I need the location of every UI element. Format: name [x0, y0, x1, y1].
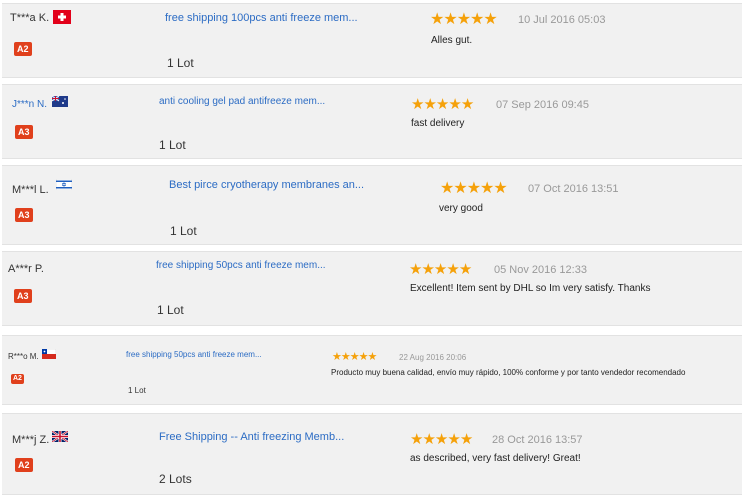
review-card: J***n N. A3 anti cooling gel pad antifre…	[2, 84, 742, 159]
review-card: T***a K. A2 free shipping 100pcs anti fr…	[2, 3, 742, 78]
star-icon: ★	[421, 261, 434, 278]
star-icon: ★	[447, 431, 460, 448]
rating-stars: ★★★★★	[430, 9, 498, 29]
star-icon: ★	[483, 11, 497, 28]
star-icon: ★	[349, 351, 360, 363]
rating-stars: ★★★★★	[332, 350, 378, 363]
quantity-label: 1 Lot	[157, 303, 184, 317]
rating-stars: ★★★★★	[410, 430, 473, 448]
product-link[interactable]: free shipping 50pcs anti freeze mem...	[156, 260, 326, 271]
quantity-label: 1 Lot	[159, 138, 186, 152]
star-icon: ★	[422, 431, 435, 448]
review-comment: Excellent! Item sent by DHL so Im very s…	[410, 283, 651, 294]
product-link[interactable]: free shipping 100pcs anti freeze mem...	[165, 12, 358, 24]
star-icon: ★	[470, 11, 484, 28]
review-card: A***r P. A3 free shipping 50pcs anti fre…	[2, 251, 742, 326]
review-comment: as described, very fast delivery! Great!	[410, 453, 581, 464]
switzerland-flag-icon	[53, 10, 71, 24]
star-icon: ★	[430, 11, 444, 28]
review-comment: fast delivery	[411, 118, 465, 129]
star-icon: ★	[440, 180, 454, 197]
chile-flag-icon	[42, 349, 56, 359]
review-date: 05 Nov 2016 12:33	[494, 264, 587, 276]
buyer-level-badge: A2	[14, 42, 32, 56]
quantity-label: 1 Lot	[167, 56, 194, 70]
product-link[interactable]: anti cooling gel pad antifreeze mem...	[159, 96, 325, 107]
star-icon: ★	[410, 431, 423, 448]
buyer-level-badge: A2	[11, 374, 24, 384]
rating-stars: ★★★★★	[409, 260, 472, 278]
review-card: M***l L. A3 Best pirce cryotherapy membr…	[2, 165, 742, 245]
product-link[interactable]: Best pirce cryotherapy membranes an...	[169, 179, 364, 191]
star-icon: ★	[367, 351, 378, 363]
israel-flag-icon	[56, 179, 72, 190]
star-icon: ★	[493, 180, 507, 197]
star-icon: ★	[433, 261, 447, 278]
star-icon: ★	[358, 351, 369, 363]
product-link[interactable]: free shipping 50pcs anti freeze mem...	[126, 350, 262, 359]
quantity-label: 1 Lot	[128, 386, 146, 395]
star-icon: ★	[453, 180, 467, 197]
star-icon: ★	[446, 261, 459, 278]
review-card: R***o M. A2 free shipping 50pcs anti fre…	[2, 335, 742, 405]
reviewer-name: T***a K.	[10, 12, 50, 24]
star-icon: ★	[448, 96, 461, 113]
review-comment: Producto muy buena calidad, envío muy rá…	[331, 368, 686, 377]
star-icon: ★	[434, 431, 448, 448]
star-icon: ★	[332, 351, 342, 363]
star-icon: ★	[480, 180, 494, 197]
star-icon: ★	[458, 261, 472, 278]
star-icon: ★	[456, 11, 471, 28]
quantity-label: 2 Lots	[159, 472, 192, 486]
reviewer-name: A***r P.	[8, 263, 44, 275]
buyer-level-badge: A2	[15, 458, 33, 472]
review-date: 10 Jul 2016 05:03	[518, 14, 606, 26]
star-icon: ★	[460, 96, 474, 113]
star-icon: ★	[340, 351, 351, 363]
review-comment: very good	[439, 203, 483, 214]
star-icon: ★	[423, 96, 436, 113]
star-icon: ★	[409, 261, 422, 278]
reviewer-name: M***j Z.	[12, 434, 50, 446]
quantity-label: 1 Lot	[170, 224, 197, 238]
reviewer-name: M***l L.	[12, 184, 49, 196]
buyer-level-badge: A3	[15, 125, 33, 139]
reviewer-name: J***n N.	[12, 99, 48, 110]
review-date: 28 Oct 2016 13:57	[492, 434, 583, 446]
australia-flag-icon	[52, 96, 68, 107]
buyer-level-badge: A3	[14, 289, 32, 303]
review-date: 22 Aug 2016 20:06	[399, 353, 467, 362]
star-icon: ★	[459, 431, 473, 448]
review-date: 07 Sep 2016 09:45	[496, 99, 589, 111]
review-comment: Alles gut.	[431, 35, 473, 46]
rating-stars: ★★★★★	[440, 178, 508, 198]
review-date: 07 Oct 2016 13:51	[528, 183, 619, 195]
review-card: M***j Z. A2 Free Shipping -- Anti freezi…	[2, 413, 742, 495]
buyer-level-badge: A3	[15, 208, 33, 222]
product-link[interactable]: Free Shipping -- Anti freezing Memb...	[159, 431, 344, 443]
star-icon: ★	[443, 11, 457, 28]
reviewer-name: R***o M.	[8, 352, 39, 361]
uk-flag-icon	[52, 431, 68, 442]
rating-stars: ★★★★★	[411, 95, 474, 113]
star-icon: ★	[435, 96, 449, 113]
star-icon: ★	[466, 180, 481, 197]
star-icon: ★	[411, 96, 424, 113]
